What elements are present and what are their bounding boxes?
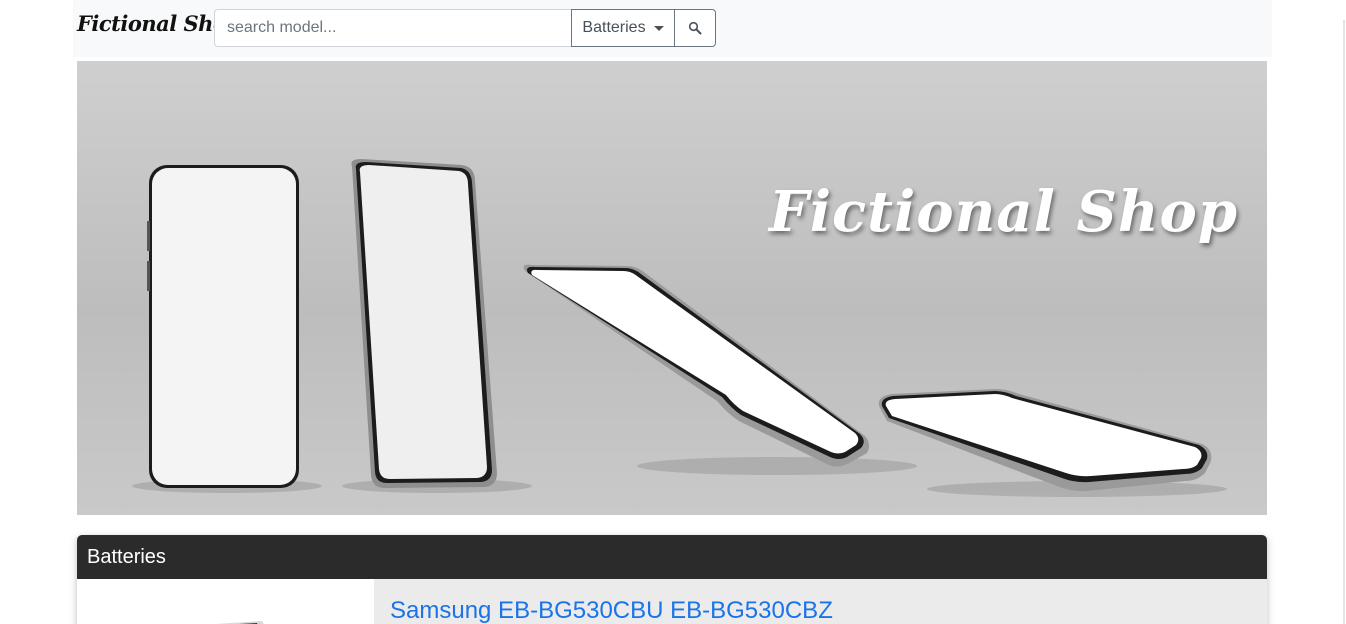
hero-banner: Fictional Shop — [77, 61, 1267, 515]
product-title-link[interactable]: Samsung EB-BG530CBU EB-BG530CBZ — [390, 597, 833, 624]
caret-down-icon — [653, 25, 664, 31]
phones-illustration — [132, 159, 1227, 497]
category-dropdown-label: Batteries — [582, 19, 646, 36]
phone-flat-image — [878, 389, 1212, 492]
navbar: Fictional Shop Batteries — [73, 0, 1272, 57]
products-section: Batteries Samsung EB-BG530CBU EB-BG530CB… — [77, 535, 1267, 624]
category-dropdown-button[interactable]: Batteries — [571, 9, 675, 47]
battery-image — [215, 621, 264, 624]
product-thumbnail[interactable] — [77, 579, 374, 624]
hero-title: Fictional Shop — [769, 179, 1239, 245]
section-title: Batteries — [77, 535, 1267, 579]
phone-front-image — [147, 165, 299, 488]
page: Fictional Shop Batteries — [0, 0, 1346, 624]
search-input[interactable] — [214, 9, 571, 47]
search-icon — [688, 21, 702, 35]
phone-tilted-image — [351, 159, 497, 488]
search-group: Batteries — [214, 9, 716, 47]
product-card: Samsung EB-BG530CBU EB-BG530CBZ — [77, 579, 1267, 624]
product-info: Samsung EB-BG530CBU EB-BG530CBZ — [374, 579, 1267, 624]
search-button[interactable] — [675, 9, 716, 47]
scrollbar[interactable] — [1343, 20, 1345, 624]
phone-leaning-image — [523, 264, 870, 467]
